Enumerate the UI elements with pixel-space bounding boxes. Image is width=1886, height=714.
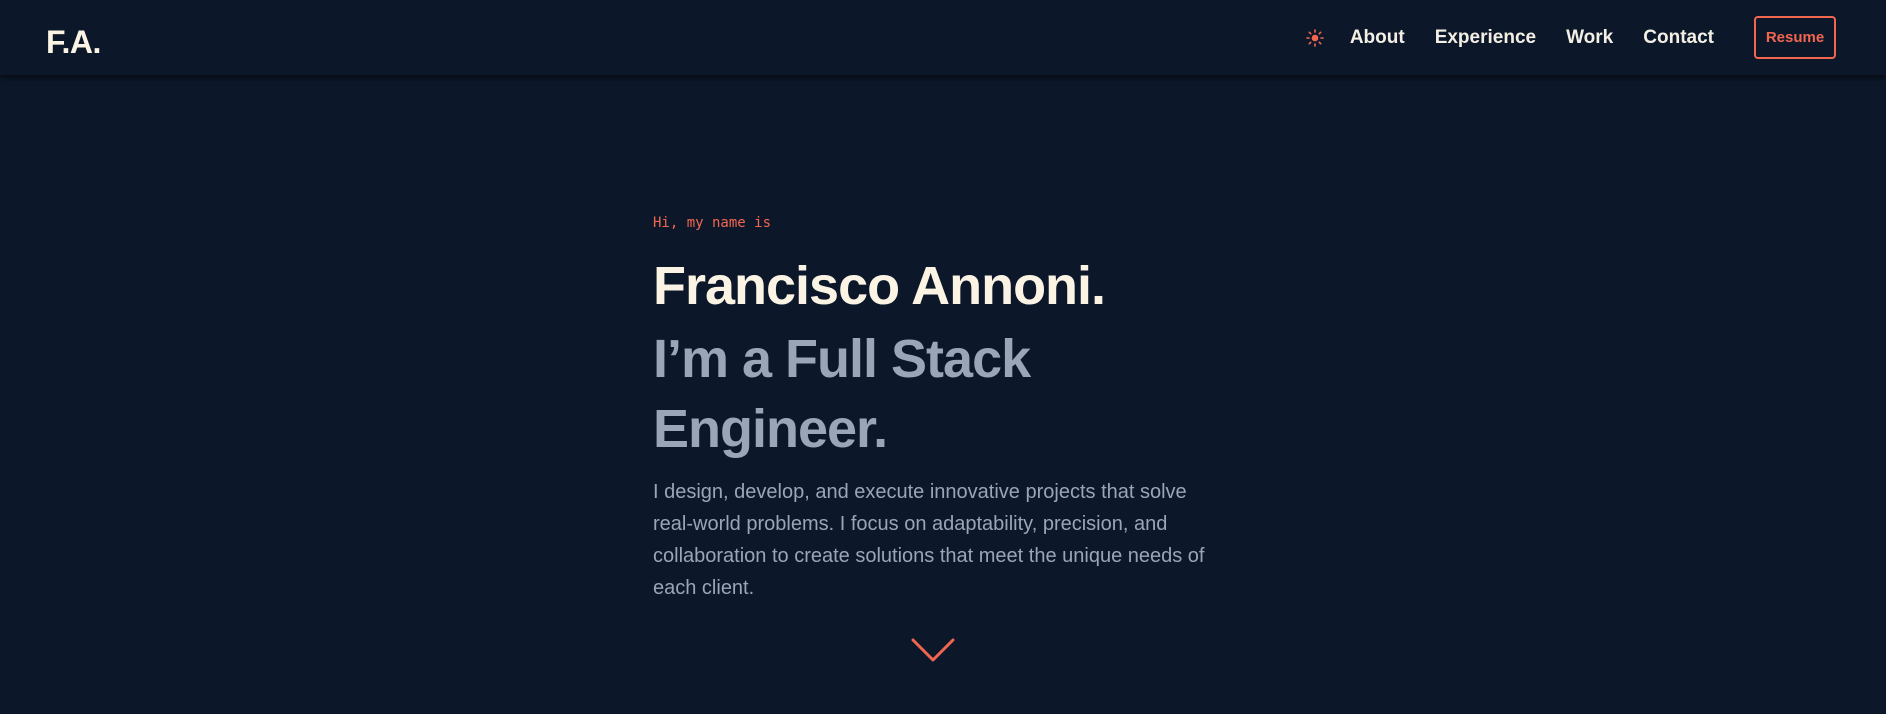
scroll-down-button[interactable] bbox=[911, 638, 955, 664]
nav-link-contact[interactable]: Contact bbox=[1643, 26, 1714, 50]
hero-description: I design, develop, and execute innovativ… bbox=[653, 481, 1205, 599]
resume-button[interactable]: Resume bbox=[1754, 16, 1836, 59]
hero-tagline: I’m a Full Stack Engineer. bbox=[653, 329, 1031, 459]
top-navbar: F.A. About Experience Work Contact Resum… bbox=[0, 0, 1886, 76]
logo-link[interactable]: F.A. bbox=[46, 22, 101, 62]
theme-toggle-button[interactable] bbox=[1304, 27, 1326, 49]
nav-right: About Experience Work Contact Resume bbox=[1304, 16, 1836, 59]
hero-intro: Hi, my name is bbox=[653, 215, 772, 231]
nav-link-experience[interactable]: Experience bbox=[1435, 26, 1536, 50]
sun-icon bbox=[1306, 28, 1324, 47]
hero-name: Francisco Annoni. bbox=[653, 256, 1106, 316]
nav-link-work[interactable]: Work bbox=[1566, 26, 1613, 50]
nav-link-about[interactable]: About bbox=[1350, 26, 1405, 50]
hero-section: Hi, my name is Francisco Annoni. I’m a F… bbox=[653, 212, 1243, 604]
chevron-down-icon bbox=[911, 638, 955, 662]
nav-links: About Experience Work Contact bbox=[1350, 26, 1754, 50]
